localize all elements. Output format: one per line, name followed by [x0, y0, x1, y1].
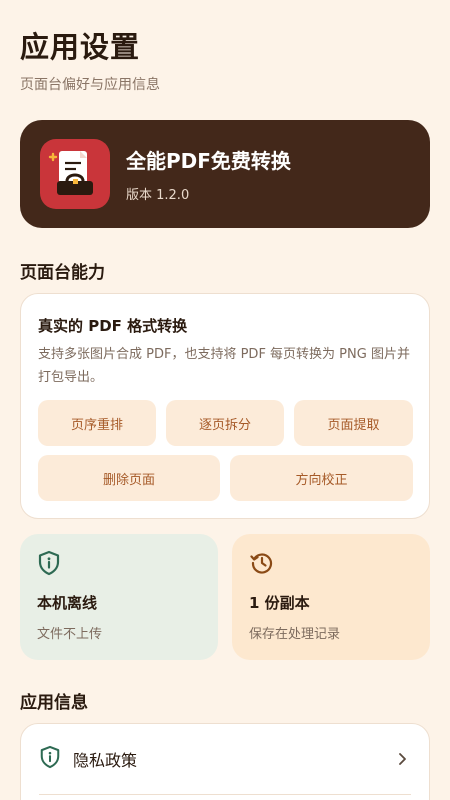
- capabilities-section-title: 页面台能力: [20, 263, 105, 283]
- stat-offline: 本机离线 文件不上传: [20, 534, 218, 660]
- shield-info-icon: [39, 745, 61, 773]
- app-name: 全能PDF免费转换: [126, 149, 291, 173]
- chip-page-extract[interactable]: 页面提取: [294, 400, 413, 446]
- privacy-policy-row[interactable]: 隐私政策: [21, 724, 429, 794]
- pdf-converter-app-icon: [40, 139, 110, 209]
- stat-copies: 1 份副本 保存在处理记录: [232, 534, 430, 660]
- privacy-policy-label: 隐私政策: [73, 751, 138, 770]
- app-version: 版本 1.2.0: [126, 188, 190, 203]
- divider: [39, 794, 411, 795]
- app-info-section-title: 应用信息: [20, 693, 88, 713]
- pdf-conversion-card: 真实的 PDF 格式转换 支持多张图片合成 PDF，也支持将 PDF 每页转换为…: [20, 293, 430, 519]
- app-info-list: 隐私政策: [20, 723, 430, 800]
- feature-description: 支持多张图片合成 PDF，也支持将 PDF 每页转换为 PNG 图片并打包导出。: [38, 347, 410, 385]
- stat-title: 本机离线: [37, 594, 98, 612]
- stat-subtitle: 文件不上传: [37, 627, 103, 642]
- chip-page-reorder[interactable]: 页序重排: [38, 400, 156, 446]
- app-info-card: 全能PDF免费转换 版本 1.2.0: [20, 120, 430, 228]
- chip-orientation-fix[interactable]: 方向校正: [230, 455, 413, 501]
- stat-title: 1 份副本: [249, 594, 310, 612]
- chevron-right-icon: [397, 751, 407, 770]
- page-title: 应用设置: [20, 30, 141, 64]
- history-icon: [249, 550, 273, 576]
- feature-title: 真实的 PDF 格式转换: [38, 317, 188, 335]
- chip-page-split[interactable]: 逐页拆分: [166, 400, 284, 446]
- page-subtitle: 页面台偏好与应用信息: [20, 77, 160, 93]
- stat-subtitle: 保存在处理记录: [249, 627, 341, 642]
- shield-info-icon: [37, 550, 61, 576]
- chip-delete-page[interactable]: 删除页面: [38, 455, 220, 501]
